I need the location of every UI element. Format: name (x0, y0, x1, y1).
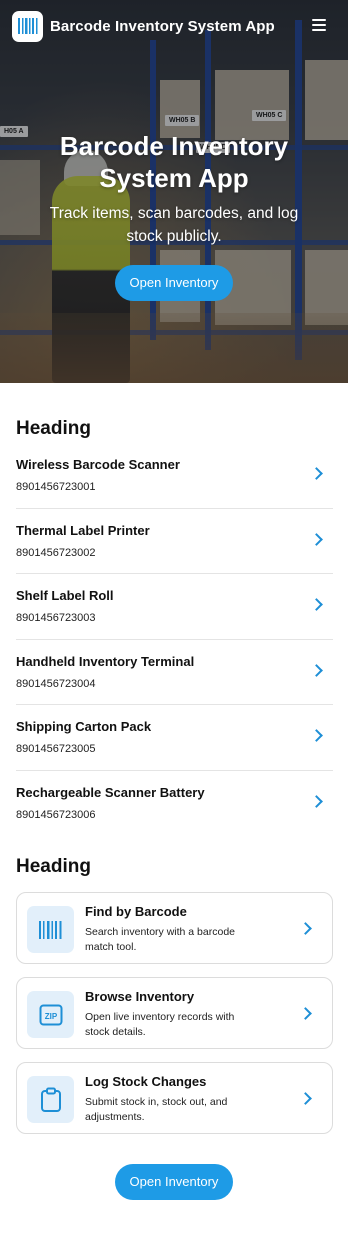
top-navbar: Barcode Inventory System App (0, 0, 348, 52)
app-logo[interactable] (12, 10, 43, 42)
card-icon-container (27, 906, 74, 953)
item-barcode: 8901456723002 (16, 546, 96, 559)
chevron-right-icon (299, 1007, 312, 1020)
card-description: Search inventory with a barcode match to… (85, 926, 235, 953)
card-title: Browse Inventory (85, 989, 195, 1004)
open-inventory-button[interactable]: Open Inventory (115, 265, 233, 301)
zip-icon-label: ZIP (44, 1012, 57, 1021)
list-item[interactable]: Rechargeable Scanner Battery 89014567230… (16, 771, 333, 837)
hero-subtitle: Track items, scan barcodes, and log stoc… (49, 205, 299, 245)
item-barcode: 8901456723003 (16, 612, 96, 625)
hero-title: Barcode Inventory System App (59, 131, 289, 193)
chevron-right-icon (299, 1092, 312, 1105)
item-name: Handheld Inventory Terminal (16, 653, 195, 669)
features-section-heading: Heading (16, 856, 91, 877)
open-inventory-bottom-button[interactable]: Open Inventory (115, 1164, 233, 1200)
find-by-barcode-card[interactable]: Find by Barcode Search inventory with a … (16, 892, 333, 964)
barcode-icon (17, 18, 37, 34)
hero-content: Barcode Inventory System App Track items… (0, 130, 348, 248)
item-barcode: 8901456723001 (16, 481, 96, 493)
list-item[interactable]: Handheld Inventory Terminal 890145672300… (16, 640, 333, 706)
item-barcode: 8901456723004 (16, 677, 96, 690)
card-description: Submit stock in, stock out, and adjustme… (85, 1096, 228, 1123)
item-name: Shelf Label Roll (16, 588, 114, 604)
browse-inventory-card[interactable]: ZIP Browse Inventory Open live inventory… (16, 977, 333, 1049)
barcode-icon (38, 920, 61, 939)
app-title[interactable]: Barcode Inventory System App (50, 18, 275, 35)
item-barcode: 8901456723005 (16, 743, 96, 756)
clipboard-icon (40, 1087, 61, 1112)
item-name: Wireless Barcode Scanner (16, 457, 180, 472)
item-name: Shipping Carton Pack (16, 719, 152, 735)
list-item[interactable]: Shelf Label Roll 8901456723003 (16, 574, 333, 640)
item-name: Thermal Label Printer (16, 522, 150, 538)
card-icon-container (27, 1076, 74, 1123)
items-section-heading: Heading (16, 418, 91, 439)
card-description: Open live inventory records with stock d… (85, 1011, 235, 1038)
log-stock-changes-card[interactable]: Log Stock Changes Submit stock in, stock… (16, 1062, 333, 1134)
list-item[interactable]: Wireless Barcode Scanner 8901456723001 (16, 443, 333, 509)
item-name: Rechargeable Scanner Battery (16, 784, 205, 800)
list-item[interactable]: Thermal Label Printer 8901456723002 (16, 509, 333, 575)
zip-icon: ZIP (39, 1004, 62, 1025)
hamburger-menu-icon[interactable] (312, 18, 326, 32)
inventory-item-list: Wireless Barcode Scanner 8901456723001 T… (16, 443, 333, 837)
chevron-right-icon (299, 922, 312, 935)
card-title: Log Stock Changes (85, 1074, 207, 1089)
hero-banner: WH05 B WH05 C WH05 D H05 A Barcode Inven… (0, 0, 348, 383)
feature-card-list: Find by Barcode Search inventory with a … (16, 892, 333, 1147)
card-icon-container: ZIP (27, 991, 74, 1038)
list-item[interactable]: Shipping Carton Pack 8901456723005 (16, 705, 333, 771)
item-barcode: 8901456723006 (16, 808, 96, 821)
card-title: Find by Barcode (85, 904, 187, 919)
